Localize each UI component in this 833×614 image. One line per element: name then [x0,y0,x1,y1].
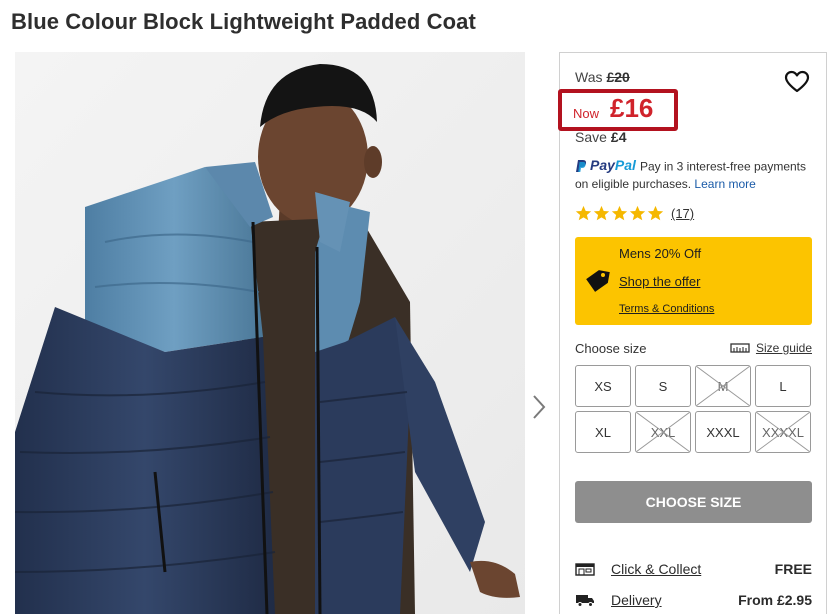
size-option-label: L [779,378,787,394]
paypal-pal-text: Pal [614,157,636,173]
size-option-m[interactable]: M [695,365,751,407]
star-icon [611,205,628,221]
size-option-label: S [658,378,668,394]
star-icon [593,205,610,221]
wishlist-button[interactable] [784,69,810,95]
save-row: Save £4 [575,129,627,145]
next-image-arrow[interactable] [528,392,550,422]
save-amount: £4 [610,129,627,145]
review-count-link[interactable]: (17) [671,206,694,221]
star-icon [575,205,592,221]
was-label: Was [575,69,603,85]
product-details-panel: Was £20 Now £16 Save £4 Pay Pal Pay in 3 in… [558,52,827,614]
offer-banner: Mens 20% Off Shop the offer Terms & Cond… [575,237,812,325]
unavailable-cross-icon [636,412,690,452]
size-option-xxxl[interactable]: XXXL [695,411,751,453]
size-option-xxl[interactable]: XXL [635,411,691,453]
offer-title: Mens 20% Off [619,246,702,261]
store-icon [575,563,595,576]
size-option-l[interactable]: L [755,365,811,407]
unavailable-cross-icon [756,412,810,452]
size-option-s[interactable]: S [635,365,691,407]
size-option-label: XXXL [706,424,740,440]
star-icon [629,205,646,221]
was-price: £20 [606,69,630,85]
size-guide-label: Size guide [755,341,812,355]
star-icon [647,205,664,221]
choose-size-label: Choose size [575,341,647,356]
unavailable-cross-icon [696,366,750,406]
save-label: Save [575,129,607,145]
size-option-xxxxl[interactable]: XXXXL [755,411,811,453]
size-header: Choose size Size guide [575,341,812,359]
size-option-xl[interactable]: XL [575,411,631,453]
price-tag-icon [586,270,610,292]
now-price-highlight: Now £16 [558,89,678,131]
terms-conditions-link[interactable]: Terms & Conditions [619,303,714,315]
now-price: £16 [610,93,654,123]
ruler-icon [730,343,750,353]
rating: (17) [575,205,694,222]
chevron-right-icon [533,395,546,419]
paypal-icon [576,159,587,172]
size-guide-link[interactable]: Size guide [730,341,812,355]
click-collect-row: Click & Collect FREE [575,559,812,579]
paypal-message: Pay Pal Pay in 3 interest-free payments o… [575,157,820,193]
product-photo [15,52,525,614]
click-collect-price: FREE [774,561,812,577]
size-option-xs[interactable]: XS [575,365,631,407]
truck-icon [576,595,594,607]
page-title: Blue Colour Block Lightweight Padded Coa… [11,9,476,34]
shop-the-offer-link[interactable]: Shop the offer [619,274,700,289]
size-selector: XS S M L XL XXL XXXL XXXXL [575,365,813,453]
size-option-label: XL [595,424,611,440]
was-price-row: Was £20 [575,69,630,85]
size-option-label: XS [594,378,612,394]
choose-size-button[interactable]: CHOOSE SIZE [575,481,812,523]
click-collect-link[interactable]: Click & Collect [611,561,701,577]
star-rating [575,205,664,222]
paypal-pay-text: Pay [590,157,615,173]
delivery-link[interactable]: Delivery [611,592,662,608]
delivery-price: From £2.95 [738,592,812,608]
heart-icon [784,70,810,93]
paypal-learn-more-link[interactable]: Learn more [694,177,755,191]
home-delivery-row: Delivery From £2.95 [575,590,812,610]
now-label: Now [573,106,600,121]
product-image[interactable] [15,52,525,614]
paypal-logo: Pay Pal [575,157,636,174]
